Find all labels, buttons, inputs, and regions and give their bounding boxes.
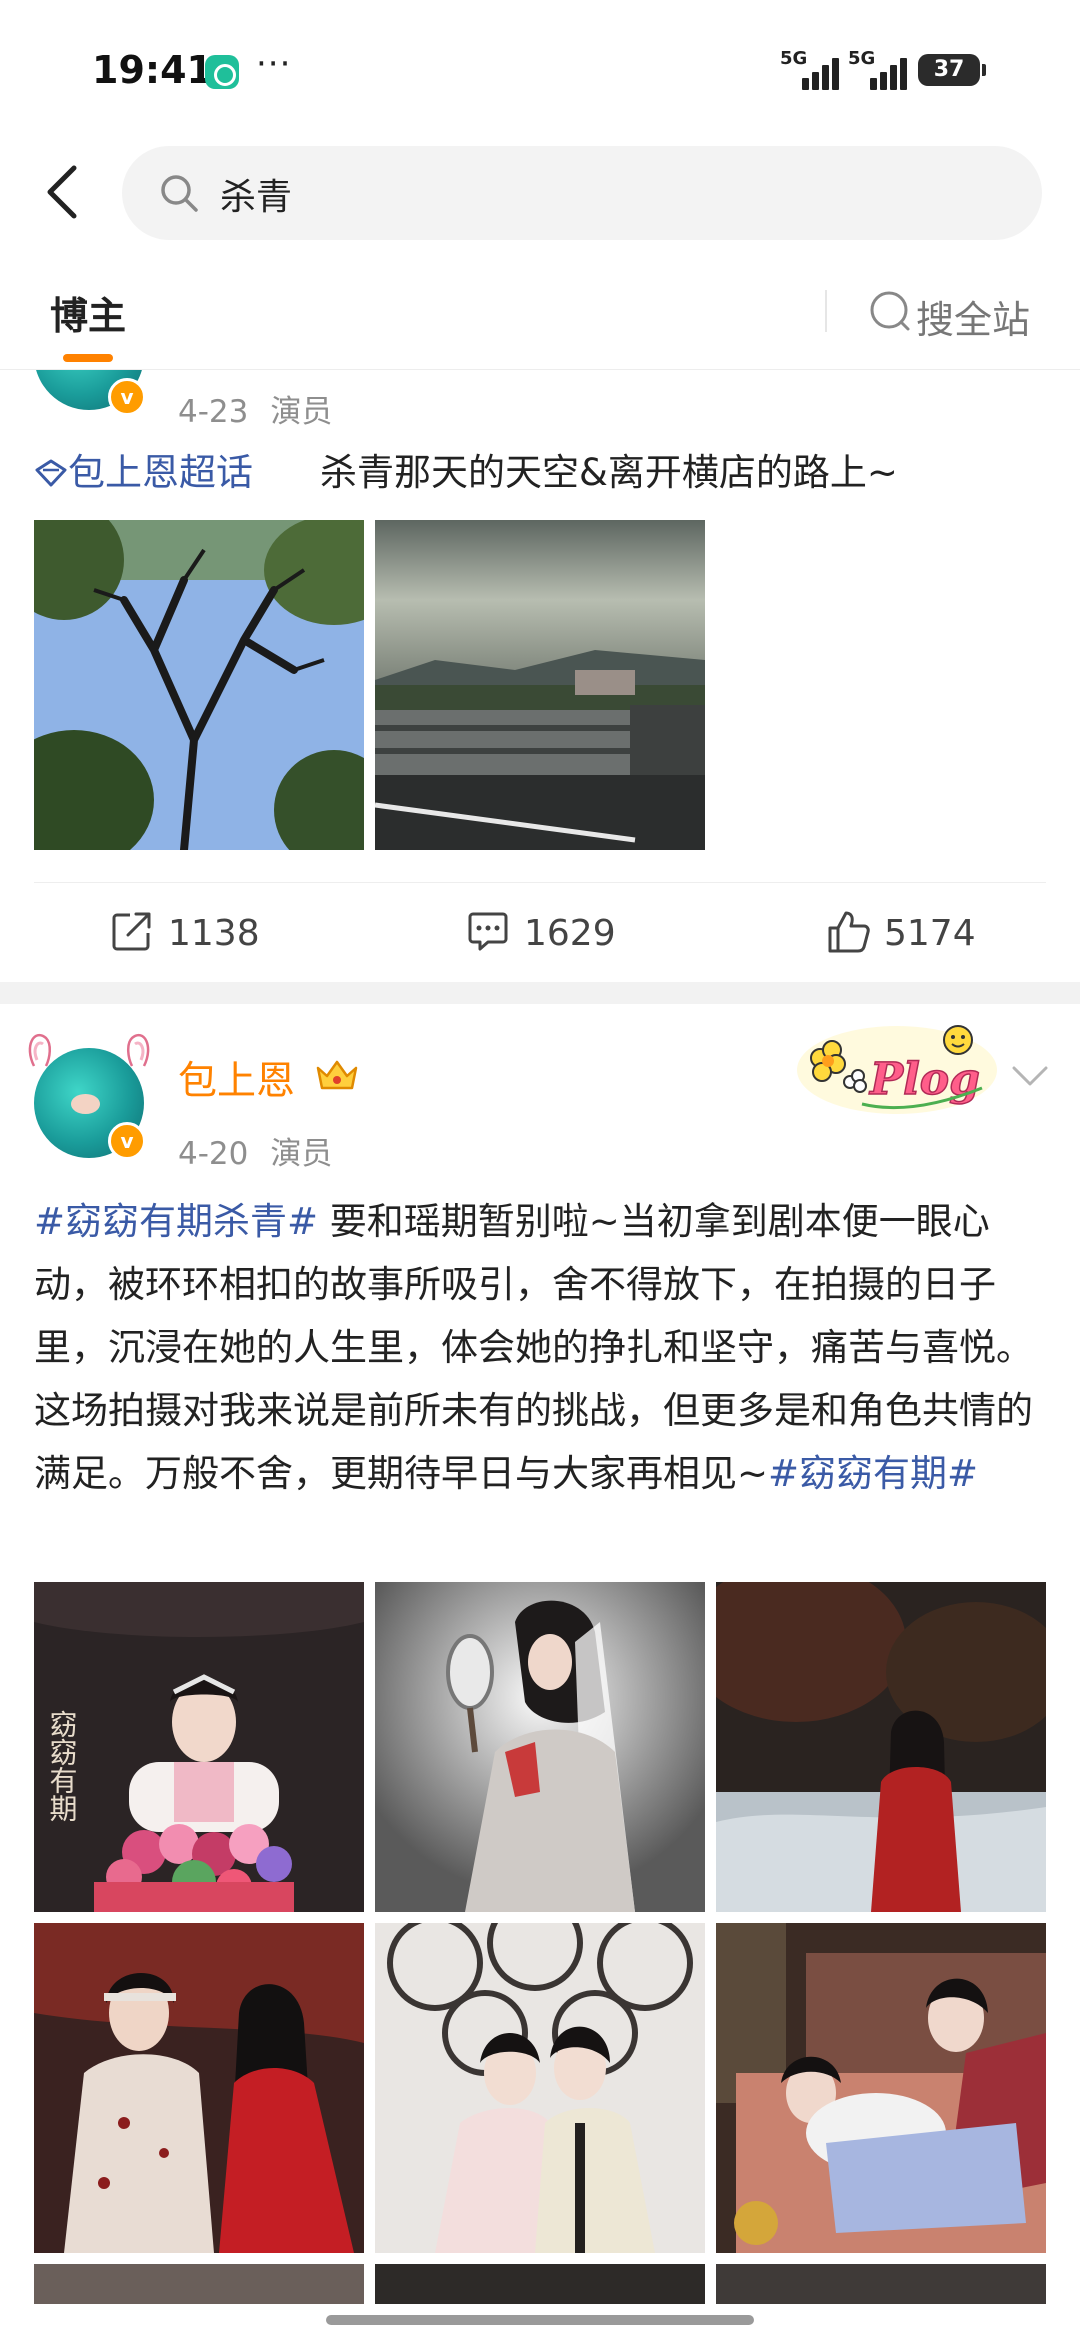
post-role: 演员 bbox=[270, 394, 333, 430]
post-image-partial bbox=[716, 2264, 1046, 2304]
status-time: 19:41 bbox=[92, 48, 213, 92]
back-arrow-icon bbox=[47, 165, 77, 219]
post-body: 要和瑶期暂别啦~当初拿到剧本便一眼心动，被环环相扣的故事所吸引，舍不得放下，在拍… bbox=[34, 1200, 1033, 1495]
repost-icon bbox=[112, 912, 151, 951]
search-icon bbox=[161, 175, 198, 212]
tree-sky-photo bbox=[34, 520, 364, 850]
post-separator bbox=[0, 982, 1080, 1004]
repost-count: 1138 bbox=[168, 913, 260, 954]
back-button[interactable] bbox=[38, 160, 88, 224]
supertopic-link[interactable]: 包上恩超话 bbox=[34, 442, 253, 496]
verified-badge-icon: v bbox=[108, 378, 146, 416]
post-image[interactable] bbox=[716, 1923, 1046, 2253]
post-meta: 4-23 演员 bbox=[178, 386, 332, 431]
drama-poster-photo: 窈窈有期 bbox=[34, 1582, 364, 1912]
plog-sticker-icon: Plog bbox=[797, 1025, 997, 1114]
post-image[interactable] bbox=[375, 2264, 705, 2304]
road-view-photo bbox=[375, 520, 705, 850]
snow-scene-photo bbox=[716, 1582, 1046, 1912]
crown-icon bbox=[316, 1060, 358, 1090]
active-tab-indicator bbox=[63, 354, 113, 362]
post-role: 演员 bbox=[270, 1136, 333, 1172]
diamond-icon bbox=[35, 459, 67, 487]
post-image[interactable] bbox=[716, 1582, 1046, 1912]
filter-tabs: 博主 搜全站 bbox=[0, 265, 1080, 370]
thumbs-up-icon bbox=[828, 911, 870, 953]
search-input[interactable]: 杀青 bbox=[122, 146, 1042, 240]
post-image-partial bbox=[34, 2264, 364, 2304]
search-query-text: 杀青 bbox=[220, 177, 293, 218]
comment-count: 1629 bbox=[524, 913, 616, 954]
post-date: 4-23 bbox=[178, 394, 249, 430]
plog-label: Plog bbox=[868, 1054, 980, 1105]
mirror-portrait-photo bbox=[375, 1582, 705, 1912]
comment-icon bbox=[468, 912, 508, 951]
post-image[interactable] bbox=[34, 1923, 364, 2253]
verified-badge-icon: v bbox=[108, 1122, 146, 1160]
search-icon bbox=[870, 291, 910, 331]
tab-divider bbox=[825, 290, 827, 332]
chevron-down-icon[interactable] bbox=[1010, 1064, 1050, 1088]
post-text: 杀青那天的天空&离开横店的路上~ bbox=[320, 451, 898, 494]
notification-app-icon bbox=[205, 55, 239, 89]
window-duo-photo bbox=[375, 1923, 705, 2253]
battery-icon: 37 bbox=[918, 54, 986, 86]
post-date: 4-20 bbox=[178, 1136, 249, 1172]
network-type-label: 5G bbox=[848, 48, 876, 69]
topic-link[interactable]: #窈窈有期# bbox=[768, 1452, 978, 1495]
like-count: 5174 bbox=[884, 913, 976, 954]
post-image[interactable]: 窈窈有期 bbox=[34, 1582, 364, 1912]
signal-icon: 5G bbox=[780, 48, 842, 90]
post-image[interactable] bbox=[375, 1582, 705, 1912]
author-nickname[interactable]: 包上恩 bbox=[178, 1050, 295, 1106]
poster-title: 窈窈有期 bbox=[46, 1710, 79, 1822]
post-text: #窈窈有期杀青# 要和瑶期暂别啦~当初拿到剧本便一眼心动，被环环相扣的故事所吸引… bbox=[34, 1190, 1046, 1505]
post-image[interactable] bbox=[375, 1923, 705, 2253]
status-bar: 19:41 ··· 5G 5G 37 bbox=[0, 0, 1080, 140]
search-all-label: 搜全站 bbox=[916, 298, 1031, 342]
post-image[interactable] bbox=[716, 2264, 1046, 2304]
post-image-partial bbox=[375, 2264, 705, 2304]
costume-pair-photo bbox=[34, 1923, 364, 2253]
tab-bloggers[interactable]: 博主 bbox=[50, 285, 126, 340]
signal-icon: 5G bbox=[848, 48, 910, 90]
more-notifications-icon: ··· bbox=[256, 44, 292, 84]
post-action-bar: 1138 1629 5174 bbox=[34, 882, 1046, 982]
search-results-feed[interactable]: v 4-23 演员 包上恩超话 杀青那天的天空&离开横店的路上~ 1138 16… bbox=[0, 370, 1080, 2347]
post-image[interactable] bbox=[34, 2264, 364, 2304]
post-meta: 4-20 演员 bbox=[178, 1128, 332, 1173]
network-type-label: 5G bbox=[780, 48, 808, 69]
home-indicator[interactable] bbox=[326, 2315, 754, 2325]
resting-duo-photo bbox=[716, 1923, 1046, 2253]
post-image[interactable] bbox=[375, 520, 705, 850]
supertopic-label: 包上恩超话 bbox=[68, 451, 253, 494]
topic-link[interactable]: #窈窈有期杀青# bbox=[34, 1200, 318, 1243]
post-image[interactable] bbox=[34, 520, 364, 850]
